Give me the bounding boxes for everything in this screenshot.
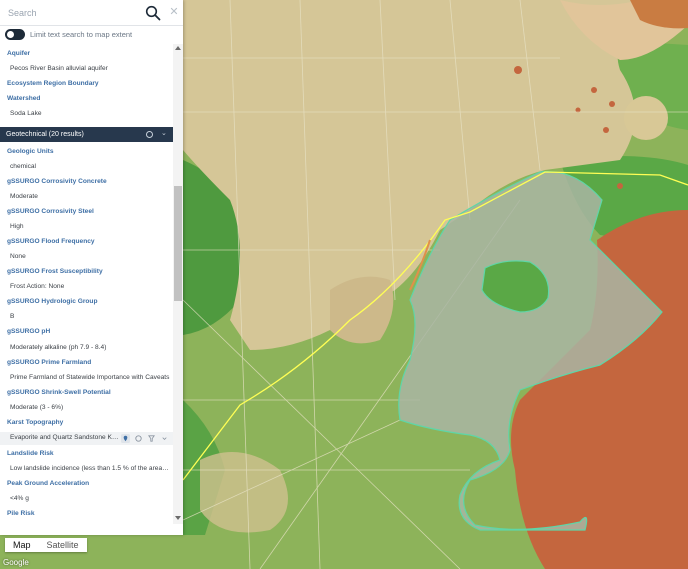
map-tan-blob [330,276,394,344]
map-tan-spot [624,96,668,140]
search-input[interactable] [4,3,146,23]
result-value: Low landslide incidence (less than 1.5 %… [10,465,170,472]
result-label: Aquifer [7,50,31,57]
result-value: B [10,313,15,320]
result-value: None [10,253,26,260]
map-soil-dot [514,66,522,74]
result-value: Evaporite and Quartz Sandstone Karst [10,434,120,441]
result-label: gSSURGO Shrink-Swell Potential [7,389,111,396]
result-label: Karst Topography [7,419,64,426]
scroll-up-arrow-icon[interactable] [175,46,181,50]
google-logo: Google [3,558,29,567]
extent-toggle-label: Limit text search to map extent [30,30,133,39]
map-type-control: Map Satellite [5,538,87,552]
result-label: gSSURGO Corrosivity Concrete [7,178,107,185]
result-value: Frost Action: None [10,283,65,290]
result-label: gSSURGO Prime Farmland [7,359,92,366]
search-icon[interactable] [145,5,161,21]
result-label: gSSURGO pH [7,328,51,335]
result-value: <4% g [10,495,29,502]
result-label: gSSURGO Frost Susceptibility [7,268,103,275]
result-label: Watershed [7,95,41,102]
map-type-map-button[interactable]: Map [5,538,39,552]
pin-icon[interactable] [121,434,130,443]
map-soil-dot [603,127,609,133]
result-label: gSSURGO Hydrologic Group [7,298,98,305]
result-value: Soda Lake [10,110,42,117]
search-bar: ✕ [0,0,183,26]
circle-icon[interactable] [134,434,143,443]
extent-toggle-row: Limit text search to map extent [0,26,183,44]
group-title: Geotechnical (20 results) [6,131,84,138]
chevron-down-icon[interactable]: ⌄ [161,129,167,137]
result-label: Landslide Risk [7,450,54,457]
filter-icon[interactable] [147,434,156,443]
toggle-knob [7,31,14,38]
result-value: Prime Farmland of Statewide Importance w… [10,374,170,381]
chevron-down-icon[interactable] [160,434,169,443]
result-value: Moderate [10,193,38,200]
map-soil-dot [591,87,597,93]
result-label: Peak Ground Acceleration [7,480,90,487]
result-label: gSSURGO Flood Frequency [7,238,95,245]
result-label: Ecosystem Region Boundary [7,80,99,87]
result-label: gSSURGO Corrosivity Steel [7,208,94,215]
result-value: High [10,223,24,230]
result-value: Moderate (3 - 6%) [10,404,64,411]
close-icon[interactable]: ✕ [168,5,180,19]
map-type-satellite-button[interactable]: Satellite [39,538,87,552]
result-value: Moderately alkaline (ph 7.9 - 8.4) [10,344,107,351]
map-soil-dot [609,101,615,107]
result-label: Pile Risk [7,510,35,517]
result-value: chemical [10,163,37,170]
map-soil-dot [617,183,623,189]
row-tools [121,432,173,445]
results-list: Aquifer Pecos River Basin alluvial aquif… [0,44,173,524]
group-header-geotechnical[interactable]: Geotechnical (20 results) ⌄ [0,127,173,142]
result-value: Pecos River Basin alluvial aquifer [10,65,108,72]
group-toggle-circle-icon[interactable] [146,131,153,138]
results-scrollbar[interactable] [173,44,183,524]
extent-toggle[interactable] [5,29,25,40]
results-panel: ✕ Limit text search to map extent Aquife… [0,0,183,535]
highlighted-result-row[interactable]: Evaporite and Quartz Sandstone Karst [0,432,173,445]
scroll-thumb[interactable] [174,186,182,301]
result-label: Geologic Units [7,148,54,155]
scroll-down-arrow-icon[interactable] [175,516,181,520]
